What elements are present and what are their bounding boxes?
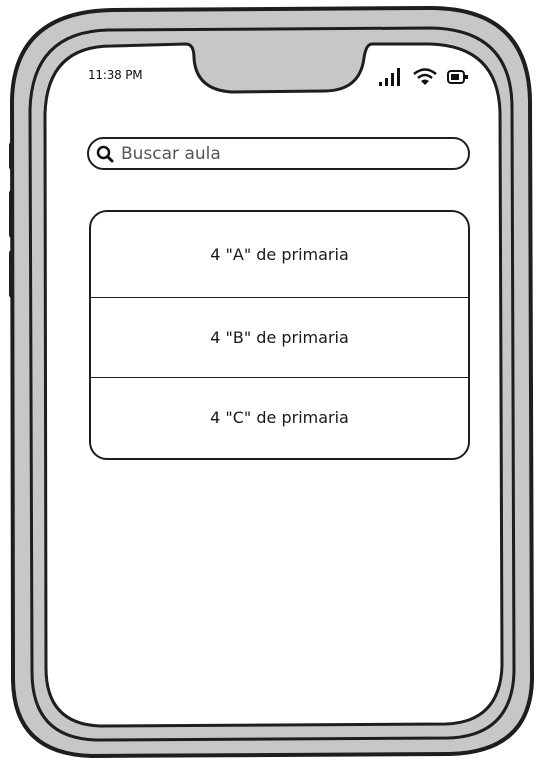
classroom-item-a[interactable]: 4 "A" de primaria	[91, 212, 468, 298]
search-bar[interactable]	[87, 137, 470, 170]
classroom-list: 4 "A" de primaria 4 "B" de primaria 4 "C…	[89, 210, 470, 460]
classroom-item-b[interactable]: 4 "B" de primaria	[91, 298, 468, 378]
status-icons	[378, 66, 478, 88]
battery-icon	[447, 70, 468, 84]
search-icon	[96, 145, 114, 163]
classroom-item-c[interactable]: 4 "C" de primaria	[91, 378, 468, 456]
classroom-label: 4 "C" de primaria	[210, 407, 349, 427]
status-time: 11:38 PM	[88, 68, 143, 82]
signal-icon	[379, 68, 400, 86]
search-input[interactable]	[121, 141, 451, 167]
classroom-label: 4 "A" de primaria	[210, 245, 349, 264]
classroom-label: 4 "B" de primaria	[210, 328, 349, 347]
wifi-icon	[413, 68, 437, 85]
